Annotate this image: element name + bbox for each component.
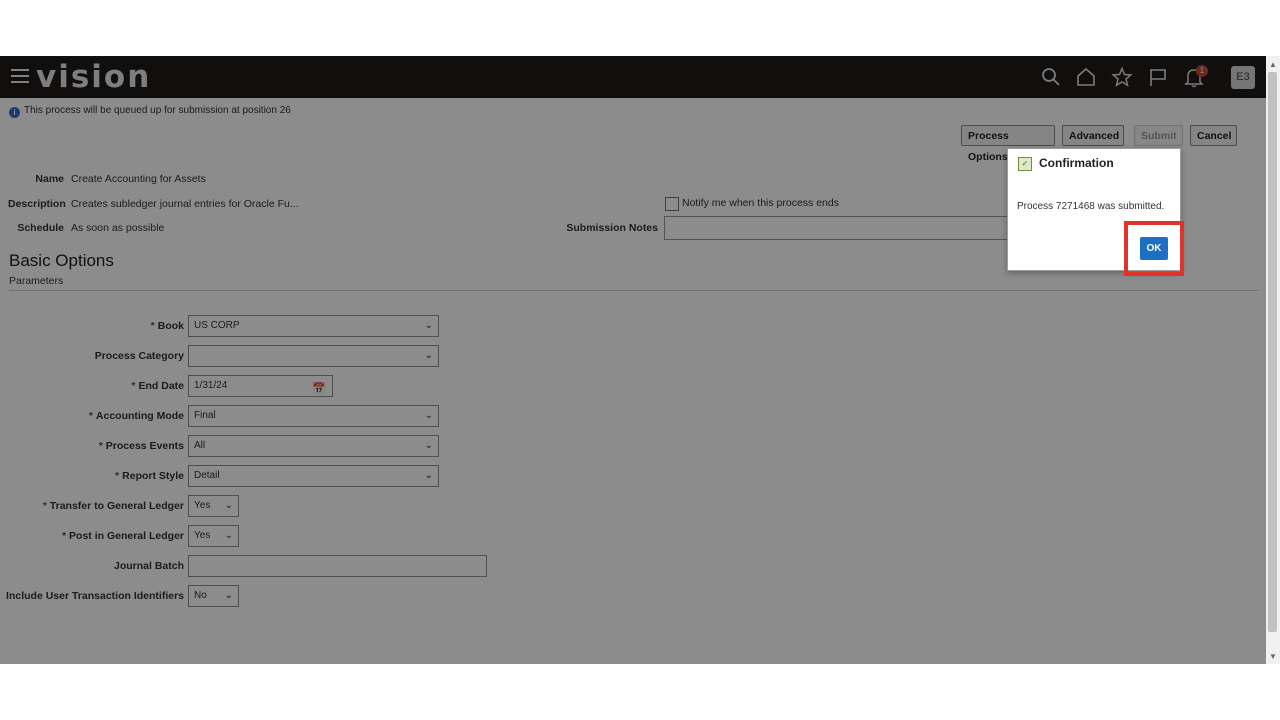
vertical-scrollbar[interactable]: ▲ ▼ bbox=[1266, 56, 1280, 664]
dialog-message: Process 7271468 was submitted. bbox=[1017, 201, 1165, 212]
app-screen: vision 1 E3 i This process will be queued… bbox=[0, 56, 1266, 664]
scroll-up-icon[interactable]: ▲ bbox=[1269, 60, 1277, 69]
scroll-down-icon[interactable]: ▼ bbox=[1269, 652, 1277, 661]
scroll-thumb[interactable] bbox=[1268, 72, 1277, 632]
dialog-title: Confirmation bbox=[1039, 156, 1114, 170]
ok-button[interactable]: OK bbox=[1140, 237, 1168, 260]
confirmation-icon: ✓ bbox=[1018, 157, 1032, 171]
